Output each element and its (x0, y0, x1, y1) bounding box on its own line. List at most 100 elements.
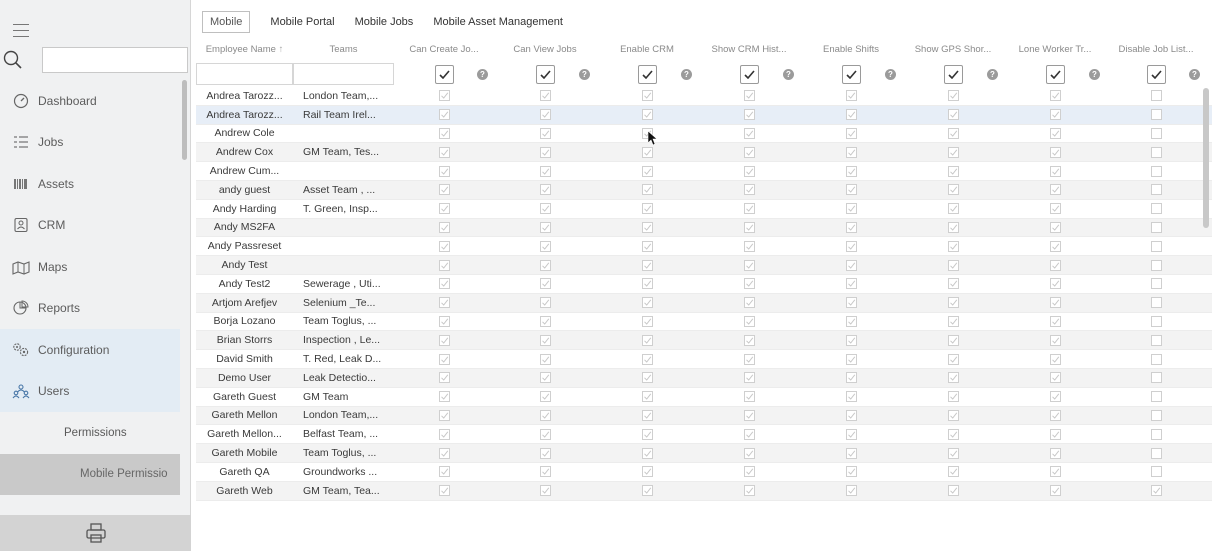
permission-checkbox[interactable] (641, 391, 653, 403)
permission-checkbox[interactable] (1049, 240, 1061, 252)
permission-checkbox[interactable] (1150, 315, 1162, 327)
permission-checkbox[interactable] (539, 334, 551, 346)
table-row[interactable]: Demo User Leak Detectio... (196, 368, 1212, 388)
permission-checkbox[interactable] (438, 146, 450, 158)
permission-checkbox[interactable] (641, 146, 653, 158)
table-row[interactable]: Gareth Guest GM Team (196, 388, 1212, 407)
permission-checkbox[interactable] (539, 109, 551, 121)
permission-checkbox[interactable] (1049, 259, 1061, 271)
sidebar-item-jobs[interactable]: Jobs (0, 122, 180, 164)
select-all-checkbox[interactable] (637, 64, 657, 84)
permission-checkbox[interactable] (1150, 259, 1162, 271)
permission-checkbox[interactable] (1049, 485, 1061, 497)
permission-checkbox[interactable] (641, 315, 653, 327)
permission-checkbox[interactable] (743, 315, 755, 327)
permission-checkbox[interactable] (743, 278, 755, 290)
permission-checkbox[interactable] (438, 184, 450, 196)
permission-checkbox[interactable] (641, 334, 653, 346)
table-row[interactable]: Gareth Web GM Team, Tea... (196, 481, 1212, 501)
permission-checkbox[interactable] (1049, 90, 1061, 102)
permission-checkbox[interactable] (1049, 372, 1061, 384)
permission-checkbox[interactable] (743, 353, 755, 365)
permission-checkbox[interactable] (641, 409, 653, 421)
permission-checkbox[interactable] (1150, 428, 1162, 440)
employee-name-filter[interactable] (196, 63, 293, 85)
permission-checkbox[interactable] (438, 127, 450, 139)
permission-checkbox[interactable] (845, 297, 857, 309)
permission-checkbox[interactable] (438, 109, 450, 121)
permission-checkbox[interactable] (743, 466, 755, 478)
permission-checkbox[interactable] (743, 240, 755, 252)
permission-checkbox[interactable] (1049, 315, 1061, 327)
column-header-permission[interactable]: Disable Job List... (1106, 44, 1206, 55)
permission-checkbox[interactable] (539, 466, 551, 478)
permission-checkbox[interactable] (438, 259, 450, 271)
permission-checkbox[interactable] (947, 240, 959, 252)
permission-checkbox[interactable] (1150, 353, 1162, 365)
permission-checkbox[interactable] (947, 90, 959, 102)
permission-checkbox[interactable] (845, 334, 857, 346)
permission-checkbox[interactable] (641, 109, 653, 121)
permission-checkbox[interactable] (641, 485, 653, 497)
table-row[interactable]: Andrea Tarozz... London Team,... (196, 87, 1212, 106)
permission-checkbox[interactable] (947, 109, 959, 121)
permission-checkbox[interactable] (1049, 391, 1061, 403)
sidebar-item-users[interactable]: Users (0, 370, 180, 412)
column-header-permission[interactable]: Show CRM Hist... (698, 44, 800, 55)
table-row[interactable]: Borja Lozano Team Toglus, ... (196, 313, 1212, 332)
permission-checkbox[interactable] (743, 127, 755, 139)
permission-checkbox[interactable] (947, 315, 959, 327)
table-row[interactable]: Andy Passreset (196, 237, 1212, 257)
permission-checkbox[interactable] (1049, 184, 1061, 196)
permission-checkbox[interactable] (539, 221, 551, 233)
help-icon[interactable]: ? (1089, 68, 1100, 80)
permission-checkbox[interactable] (539, 146, 551, 158)
help-icon[interactable]: ? (579, 68, 590, 80)
permission-checkbox[interactable] (539, 485, 551, 497)
permission-checkbox[interactable] (743, 297, 755, 309)
permission-checkbox[interactable] (1150, 221, 1162, 233)
permission-checkbox[interactable] (845, 146, 857, 158)
select-all-checkbox[interactable] (1045, 64, 1065, 84)
sidebar-item-reports[interactable]: Reports (0, 288, 180, 330)
table-row[interactable]: Gareth QA Groundworks ... (196, 463, 1212, 482)
permission-checkbox[interactable] (743, 90, 755, 102)
permission-checkbox[interactable] (947, 372, 959, 384)
column-header-permission[interactable]: Show GPS Shor... (902, 44, 1004, 55)
select-all-checkbox[interactable] (943, 64, 963, 84)
sidebar-item-assets[interactable]: Assets (0, 163, 180, 205)
permission-checkbox[interactable] (947, 278, 959, 290)
column-header-teams[interactable]: Teams (293, 44, 394, 55)
tab-mobile[interactable]: Mobile (202, 11, 251, 33)
permission-checkbox[interactable] (641, 278, 653, 290)
permission-checkbox[interactable] (438, 485, 450, 497)
permission-checkbox[interactable] (743, 259, 755, 271)
permission-checkbox[interactable] (539, 372, 551, 384)
permission-checkbox[interactable] (539, 353, 551, 365)
table-row[interactable]: Andy Harding T. Green, Insp... (196, 200, 1212, 219)
permission-checkbox[interactable] (1150, 278, 1162, 290)
permission-checkbox[interactable] (438, 372, 450, 384)
permission-checkbox[interactable] (1049, 334, 1061, 346)
permission-checkbox[interactable] (947, 409, 959, 421)
permission-checkbox[interactable] (845, 184, 857, 196)
help-icon[interactable]: ? (477, 68, 488, 80)
permission-checkbox[interactable] (947, 353, 959, 365)
table-row[interactable]: Brian Storrs Inspection , Le... (196, 331, 1212, 351)
permission-checkbox[interactable] (743, 221, 755, 233)
permission-checkbox[interactable] (1150, 127, 1162, 139)
permission-checkbox[interactable] (1049, 127, 1061, 139)
permission-checkbox[interactable] (947, 391, 959, 403)
table-row[interactable]: Artjom Arefjev Selenium _Te... (196, 293, 1212, 313)
permission-checkbox[interactable] (845, 90, 857, 102)
table-row[interactable]: andy guest Asset Team , ... (196, 180, 1212, 200)
permission-checkbox[interactable] (743, 109, 755, 121)
permission-checkbox[interactable] (438, 409, 450, 421)
sidebar-item-crm[interactable]: CRM (0, 205, 180, 247)
permission-checkbox[interactable] (743, 447, 755, 459)
permission-checkbox[interactable] (743, 203, 755, 215)
permission-checkbox[interactable] (1150, 485, 1162, 497)
permission-checkbox[interactable] (1150, 146, 1162, 158)
permission-checkbox[interactable] (743, 184, 755, 196)
column-header-permission[interactable]: Enable Shifts (800, 44, 902, 55)
